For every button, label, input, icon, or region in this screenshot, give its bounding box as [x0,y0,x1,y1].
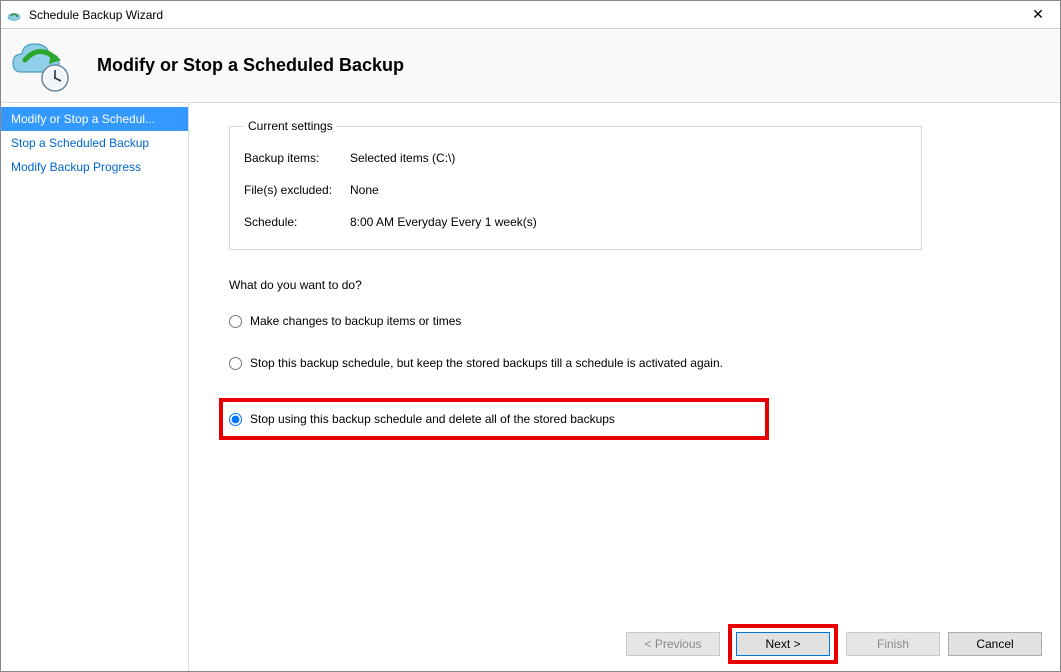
option-make-changes[interactable]: Make changes to backup items or times [229,314,1032,328]
sidebar-step-modify-or-stop[interactable]: Modify or Stop a Schedul... [1,107,188,131]
label-schedule: Schedule: [244,215,350,229]
wizard-body: Modify or Stop a Schedul... Stop a Sched… [1,103,1060,671]
next-button[interactable]: Next > [736,632,830,656]
sidebar-step-modify-progress[interactable]: Modify Backup Progress [1,155,188,179]
label-files-excluded: File(s) excluded: [244,183,350,197]
radio-stop-keep[interactable] [229,357,242,370]
option-stop-delete-label: Stop using this backup schedule and dele… [250,412,615,426]
radio-stop-delete[interactable] [229,413,242,426]
option-stop-keep[interactable]: Stop this backup schedule, but keep the … [229,356,1032,370]
highlight-option-stop-delete: Stop using this backup schedule and dele… [219,398,769,440]
radio-make-changes[interactable] [229,315,242,328]
settings-row-backup-items: Backup items: Selected items (C:\) [244,151,907,165]
option-make-changes-label: Make changes to backup items or times [250,314,461,328]
wizard-window: Schedule Backup Wizard ✕ Modify or Stop … [0,0,1061,672]
question-text: What do you want to do? [229,278,1032,292]
value-files-excluded: None [350,183,907,197]
title-bar: Schedule Backup Wizard ✕ [1,1,1060,29]
content-area: Current settings Backup items: Selected … [189,103,1060,617]
backup-app-icon [7,7,23,23]
main-panel: Current settings Backup items: Selected … [189,103,1060,671]
banner: Modify or Stop a Scheduled Backup [1,29,1060,103]
sidebar-step-stop-scheduled[interactable]: Stop a Scheduled Backup [1,131,188,155]
value-backup-items: Selected items (C:\) [350,151,907,165]
settings-row-files-excluded: File(s) excluded: None [244,183,907,197]
window-title: Schedule Backup Wizard [29,8,1016,22]
previous-button: < Previous [626,632,720,656]
settings-row-schedule: Schedule: 8:00 AM Everyday Every 1 week(… [244,215,907,229]
close-icon: ✕ [1032,6,1044,23]
option-stop-keep-label: Stop this backup schedule, but keep the … [250,356,723,370]
sidebar: Modify or Stop a Schedul... Stop a Sched… [1,103,189,671]
footer-buttons: < Previous Next > Finish Cancel [189,617,1060,671]
finish-button: Finish [846,632,940,656]
close-button[interactable]: ✕ [1016,1,1060,29]
highlight-next-button: Next > [728,624,838,664]
value-schedule: 8:00 AM Everyday Every 1 week(s) [350,215,907,229]
page-heading: Modify or Stop a Scheduled Backup [97,55,404,76]
backup-wizard-icon [11,38,73,94]
label-backup-items: Backup items: [244,151,350,165]
current-settings-group: Current settings Backup items: Selected … [229,119,922,250]
option-stop-delete[interactable]: Stop using this backup schedule and dele… [229,412,615,426]
current-settings-legend: Current settings [244,119,337,133]
cancel-button[interactable]: Cancel [948,632,1042,656]
